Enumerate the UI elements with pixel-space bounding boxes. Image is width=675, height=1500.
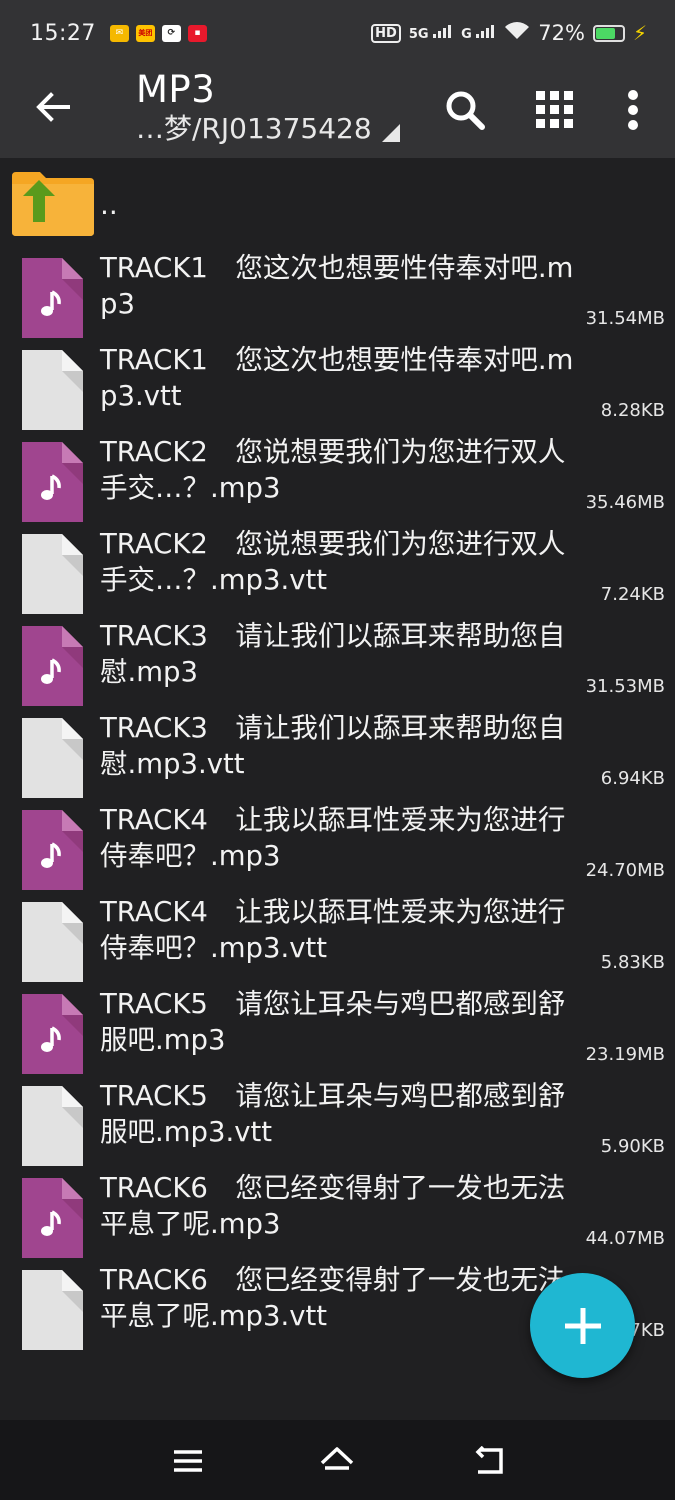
file-name: TRACK5 请您让耳朵与鸡巴都感到舒服吧.mp3 [100, 988, 566, 1056]
notification-icons: ✉ 美团 ⟳ ▪ [109, 24, 207, 42]
add-icon [564, 1307, 601, 1344]
file-size: 24.70MB [585, 860, 665, 881]
mail-icon: ✉ [109, 24, 129, 42]
file-name: TRACK3 请让我们以舔耳来帮助您自慰.mp3 [100, 620, 566, 688]
file-size: 6.94KB [600, 768, 665, 789]
audio-file-icon [22, 258, 83, 338]
more-vert-icon[interactable] [605, 82, 661, 138]
text-file-icon [22, 718, 83, 798]
menu-icon[interactable] [165, 1438, 211, 1484]
path-dropdown[interactable]: …梦/RJ01375428 [136, 112, 400, 146]
file-name: TRACK1 您这次也想要性侍奉对吧.mp3 [100, 252, 574, 320]
file-size: 7.24KB [600, 584, 665, 605]
parent-directory-label: .. [100, 188, 118, 221]
file-manager-screen: 15:27 ✉ 美团 ⟳ ▪ HD 5G G 72% ⚡ MP3 …梦/RJ01… [0, 0, 675, 1500]
grid-view-icon[interactable] [527, 82, 583, 138]
file-row[interactable]: TRACK5 请您让耳朵与鸡巴都感到舒服吧.mp3.vtt 5.90KB [0, 1078, 675, 1170]
add-button[interactable] [530, 1273, 635, 1378]
folder-up-icon [12, 170, 94, 240]
file-name: TRACK3 请让我们以舔耳来帮助您自慰.mp3.vtt [100, 712, 566, 780]
file-row[interactable]: TRACK6 您已经变得射了一发也无法平息了呢.mp3 44.07MB [0, 1170, 675, 1262]
file-size: 31.54MB [585, 308, 665, 329]
home-icon[interactable] [314, 1438, 360, 1484]
file-row[interactable]: TRACK1 您这次也想要性侍奉对吧.mp3.vtt 8.28KB [0, 342, 675, 434]
file-name: TRACK1 您这次也想要性侍奉对吧.mp3.vtt [100, 344, 574, 412]
audio-file-icon [22, 1178, 83, 1258]
file-size: 8.28KB [600, 400, 665, 421]
app-icon: ▪ [187, 24, 207, 42]
file-name: TRACK5 请您让耳朵与鸡巴都感到舒服吧.mp3.vtt [100, 1080, 566, 1148]
audio-file-icon [22, 810, 83, 890]
wifi-icon [504, 21, 530, 46]
path-label: …梦/RJ01375428 [136, 112, 372, 145]
title-block: MP3 …梦/RJ01375428 [136, 66, 400, 146]
text-file-icon [22, 350, 83, 430]
audio-file-icon [22, 442, 83, 522]
file-size: 31.53MB [585, 676, 665, 697]
status-time: 15:27 [30, 20, 96, 46]
text-file-icon [22, 1270, 83, 1350]
file-name: TRACK6 您已经变得射了一发也无法平息了呢.mp3.vtt [100, 1264, 566, 1332]
hd-indicator: HD [371, 23, 401, 43]
file-row[interactable]: TRACK3 请让我们以舔耳来帮助您自慰.mp3 31.53MB [0, 618, 675, 710]
file-name: TRACK4 让我以舔耳性爱来为您进行侍奉吧？.mp3 [100, 804, 566, 872]
signal-5g-icon: 5G [409, 24, 453, 42]
file-name: TRACK4 让我以舔耳性爱来为您进行侍奉吧？.mp3.vtt [100, 896, 566, 964]
file-row[interactable]: TRACK4 让我以舔耳性爱来为您进行侍奉吧？.mp3.vtt 5.83KB [0, 894, 675, 986]
search-icon[interactable] [437, 82, 493, 138]
file-size: 5.83KB [600, 952, 665, 973]
audio-file-icon [22, 994, 83, 1074]
signal-g-icon: G [461, 24, 496, 42]
file-row[interactable]: TRACK2 您说想要我们为您进行双人手交…？.mp3 35.46MB [0, 434, 675, 526]
text-file-icon [22, 1086, 83, 1166]
audio-file-icon [22, 626, 83, 706]
tool-icon: ⟳ [161, 24, 181, 42]
file-row[interactable]: TRACK1 您这次也想要性侍奉对吧.mp3 31.54MB [0, 250, 675, 342]
status-right: HD 5G G 72% ⚡ [371, 21, 647, 46]
charging-icon: ⚡ [632, 21, 647, 45]
battery-percent: 72% [538, 21, 585, 45]
page-title: MP3 [136, 68, 216, 111]
dropdown-caret-icon [381, 124, 400, 142]
file-row[interactable]: TRACK5 请您让耳朵与鸡巴都感到舒服吧.mp3 23.19MB [0, 986, 675, 1078]
text-file-icon [22, 902, 83, 982]
file-size: 5.90KB [600, 1136, 665, 1157]
file-row[interactable]: TRACK3 请让我们以舔耳来帮助您自慰.mp3.vtt 6.94KB [0, 710, 675, 802]
back-icon[interactable] [465, 1438, 511, 1484]
file-size: 35.46MB [585, 492, 665, 513]
file-size: 23.19MB [585, 1044, 665, 1065]
file-row[interactable]: TRACK4 让我以舔耳性爱来为您进行侍奉吧？.mp3 24.70MB [0, 802, 675, 894]
parent-directory-row[interactable]: .. [0, 158, 675, 244]
file-name: TRACK6 您已经变得射了一发也无法平息了呢.mp3 [100, 1172, 566, 1240]
file-name: TRACK2 您说想要我们为您进行双人手交…？.mp3 [100, 436, 566, 504]
file-name: TRACK2 您说想要我们为您进行双人手交…？.mp3.vtt [100, 528, 566, 596]
text-file-icon [22, 534, 83, 614]
file-row[interactable]: TRACK2 您说想要我们为您进行双人手交…？.mp3.vtt 7.24KB [0, 526, 675, 618]
battery-icon [592, 24, 625, 42]
status-bar: 15:27 ✉ 美团 ⟳ ▪ HD 5G G 72% ⚡ [0, 0, 675, 66]
system-nav-bar [0, 1420, 675, 1500]
file-size: 44.07MB [585, 1228, 665, 1249]
back-arrow-icon[interactable] [30, 84, 76, 130]
meituan-icon: 美团 [135, 24, 155, 42]
app-bar: MP3 …梦/RJ01375428 [0, 66, 675, 158]
